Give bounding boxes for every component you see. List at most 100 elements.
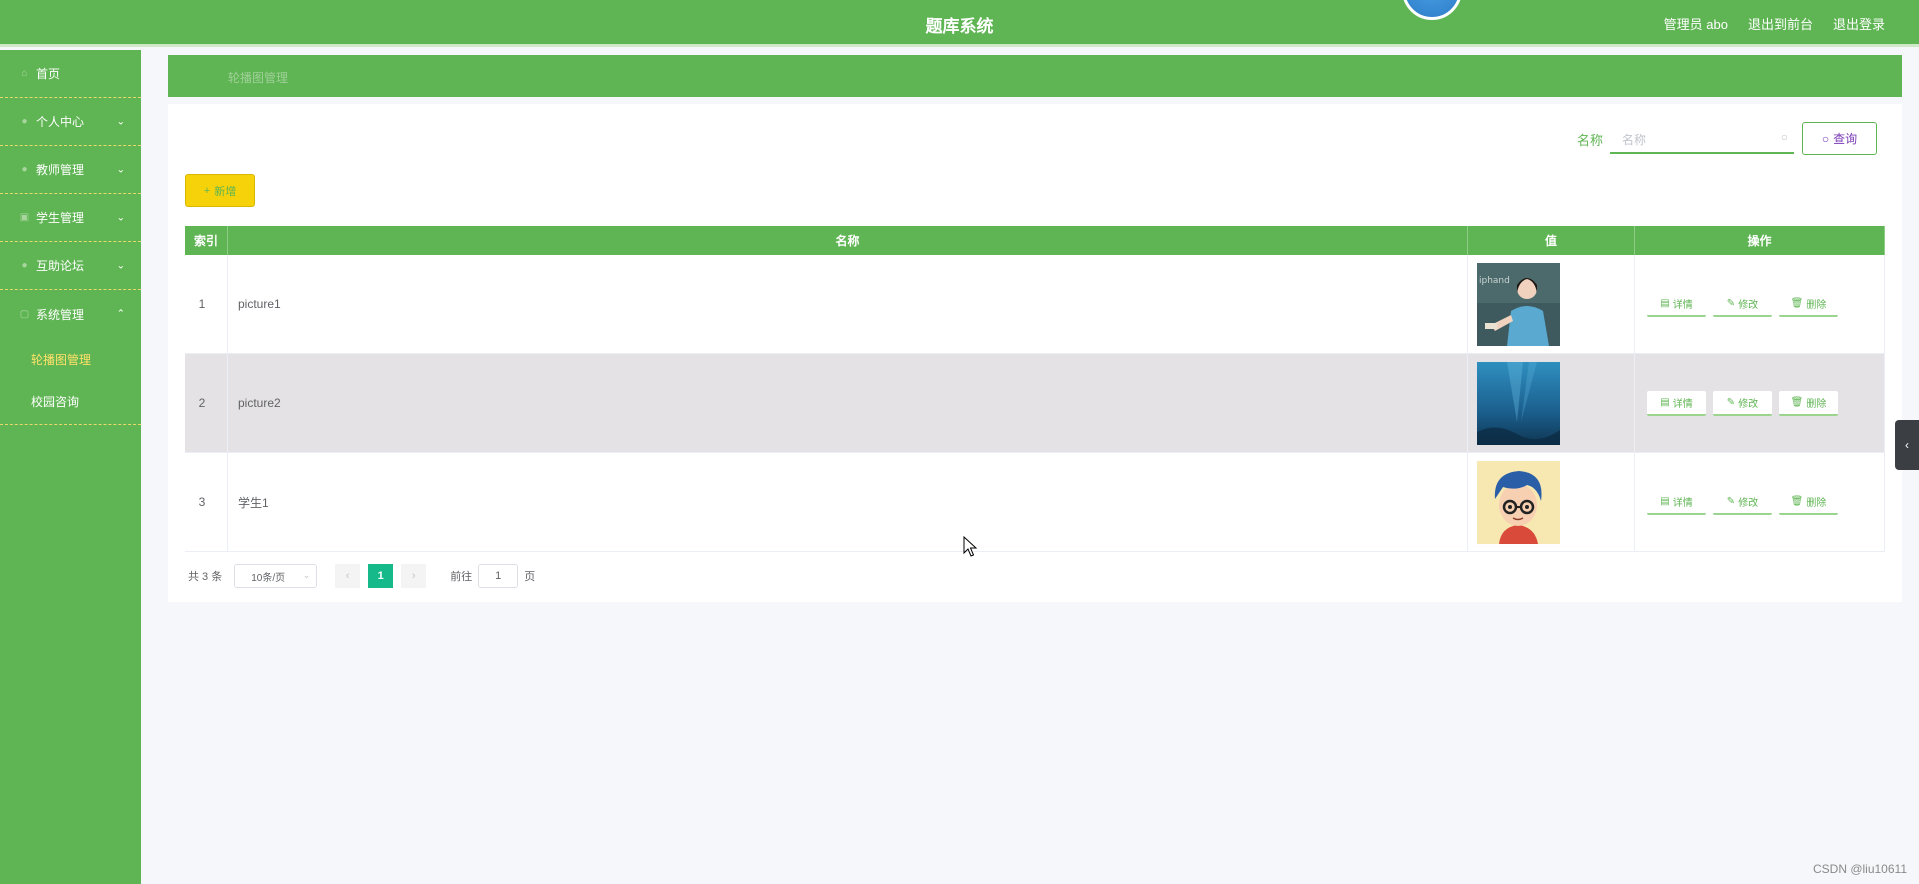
search-input[interactable]: 名称 ○	[1610, 124, 1794, 154]
chevron-down-icon: ⌄	[116, 116, 125, 127]
chevron-up-icon: ⌃	[116, 308, 125, 320]
sidebar-subitem-campus-news[interactable]: 校园咨询	[0, 380, 141, 422]
exit-to-frontend-link[interactable]: 退出到前台	[1748, 14, 1813, 33]
table-header: 索引 名称 值 操作	[185, 226, 1885, 255]
header-user-actions: 管理员 abo 退出到前台 退出登录	[1664, 14, 1885, 33]
next-page-button[interactable]: ›	[401, 564, 427, 588]
sidebar-item-home[interactable]: ⌂ 首页	[0, 50, 141, 98]
chevron-down-icon: ⌄	[116, 164, 125, 175]
system-submenu: 轮播图管理 校园咨询	[0, 338, 141, 425]
goto-label: 前往	[450, 571, 473, 583]
carousel-table: 索引 名称 值 操作 1 picture1 iphand ▤ 详情 ✎ 修改 🗑 删除	[185, 226, 1885, 552]
breadcrumb: 轮播图管理	[168, 55, 1902, 97]
edit-icon: ✎	[1726, 495, 1736, 507]
sidebar-item-label: 系统管理	[36, 307, 85, 322]
edit-icon: ✎	[1726, 297, 1736, 309]
detail-button[interactable]: ▤ 详情	[1647, 489, 1706, 515]
system-icon: ▢	[19, 308, 30, 320]
search-label: 名称	[1577, 133, 1604, 148]
page-number-current[interactable]: 1	[368, 564, 394, 588]
underwater-photo-image[interactable]	[1477, 361, 1560, 445]
query-button[interactable]: ○ 查询	[1802, 122, 1877, 155]
home-icon: ⌂	[21, 68, 28, 79]
document-icon: ▤	[1660, 495, 1670, 507]
row-name: picture2	[228, 354, 1468, 452]
teacher-icon: ●	[21, 164, 28, 175]
table-row: 3 学生1 ▤ 详情 ✎ 修改 🗑 删除	[185, 453, 1885, 552]
sidebar-subitem-carousel[interactable]: 轮播图管理	[0, 338, 141, 380]
document-icon: ▤	[1660, 297, 1670, 309]
row-value: iphand	[1468, 255, 1635, 353]
delete-button[interactable]: 🗑 删除	[1779, 390, 1838, 416]
sidebar-item-label: 首页	[36, 67, 61, 81]
sidebar-menu: ⌂ 首页 ● 个人中心 ⌄ ● 教师管理 ⌄ ▣ 学生管理 ⌄ ● 互助论坛 ⌄…	[0, 50, 141, 884]
teacher-photo-image[interactable]: iphand	[1477, 262, 1560, 346]
sidebar-item-label: 教师管理	[36, 163, 85, 177]
logout-link[interactable]: 退出登录	[1833, 14, 1885, 33]
column-header-value: 值	[1468, 226, 1635, 255]
page-suffix-label: 页	[524, 571, 536, 583]
chevron-left-icon: ‹	[1905, 438, 1909, 452]
column-header-actions: 操作	[1635, 226, 1885, 255]
student-icon: ▣	[19, 212, 30, 223]
row-actions: ▤ 详情 ✎ 修改 🗑 删除	[1635, 255, 1885, 353]
row-name: 学生1	[228, 453, 1468, 551]
search-placeholder: 名称	[1622, 133, 1647, 147]
row-actions: ▤ 详情 ✎ 修改 🗑 删除	[1635, 453, 1885, 551]
trash-icon: 🗑	[1790, 495, 1804, 507]
breadcrumb-current[interactable]: 轮播图管理	[228, 69, 288, 86]
svg-text:iphand: iphand	[1479, 276, 1510, 286]
chevron-down-icon: ⌄	[302, 570, 311, 580]
chevron-right-icon: ›	[411, 570, 416, 582]
chevron-down-icon: ⌄	[116, 212, 125, 223]
prev-page-button[interactable]: ‹	[335, 564, 361, 588]
sidebar-item-system-management[interactable]: ▢ 系统管理 ⌃	[0, 290, 141, 338]
sidebar-item-teacher-management[interactable]: ● 教师管理 ⌄	[0, 146, 141, 194]
top-header-bar: 题库系统 管理员 abo 退出到前台 退出登录	[0, 0, 1919, 47]
pagination-total: 共 3 条	[188, 571, 223, 583]
sidebar-item-student-management[interactable]: ▣ 学生管理 ⌄	[0, 194, 141, 242]
column-header-index: 索引	[185, 226, 228, 255]
delete-button[interactable]: 🗑 删除	[1779, 291, 1838, 317]
trash-icon: 🗑	[1790, 297, 1804, 309]
side-panel-toggle[interactable]: ‹	[1895, 420, 1919, 470]
add-button[interactable]: + 新增	[185, 174, 255, 207]
watermark: CSDN @liu10611	[1812, 862, 1907, 876]
search-icon: ○	[1780, 130, 1788, 144]
page-size-select[interactable]: 10条/页 ⌄	[234, 564, 318, 588]
edit-button[interactable]: ✎ 修改	[1713, 390, 1772, 416]
row-index: 2	[185, 354, 228, 452]
sidebar-item-label: 个人中心	[36, 115, 85, 129]
search-icon: ○	[1821, 131, 1830, 146]
table-row: 1 picture1 iphand ▤ 详情 ✎ 修改 🗑 删除	[185, 255, 1885, 354]
column-header-name: 名称	[228, 226, 1468, 255]
sidebar-item-personal-center[interactable]: ● 个人中心 ⌄	[0, 98, 141, 146]
cartoon-avatar-image[interactable]	[1477, 460, 1560, 544]
detail-button[interactable]: ▤ 详情	[1647, 390, 1706, 416]
pagination: 共 3 条 10条/页 ⌄ ‹ 1 › 前往 1 页	[188, 564, 535, 588]
query-button-label: 查询	[1833, 132, 1858, 146]
row-index: 1	[185, 255, 228, 353]
row-name: picture1	[228, 255, 1468, 353]
page-size-value: 10条/页	[251, 572, 286, 584]
user-icon: ●	[21, 116, 28, 127]
document-icon: ▤	[1660, 396, 1670, 408]
plus-icon: +	[203, 184, 211, 197]
edit-icon: ✎	[1726, 396, 1736, 408]
detail-button[interactable]: ▤ 详情	[1647, 291, 1706, 317]
row-index: 3	[185, 453, 228, 551]
goto-page-input[interactable]: 1	[478, 564, 519, 588]
sidebar-item-label: 互助论坛	[36, 259, 85, 273]
add-button-label: 新增	[214, 185, 237, 198]
row-value	[1468, 354, 1635, 452]
chevron-left-icon: ‹	[345, 570, 350, 582]
table-row: 2 picture2 ▤ 详情 ✎ 修改 🗑 删除	[185, 354, 1885, 453]
edit-button[interactable]: ✎ 修改	[1713, 291, 1772, 317]
sidebar-item-forum[interactable]: ● 互助论坛 ⌄	[0, 242, 141, 290]
delete-button[interactable]: 🗑 删除	[1779, 489, 1838, 515]
mouse-cursor-icon	[963, 536, 977, 557]
app-title: 题库系统	[925, 17, 994, 36]
chevron-down-icon: ⌄	[116, 260, 125, 271]
admin-user-label: 管理员 abo	[1663, 17, 1728, 32]
edit-button[interactable]: ✎ 修改	[1713, 489, 1772, 515]
